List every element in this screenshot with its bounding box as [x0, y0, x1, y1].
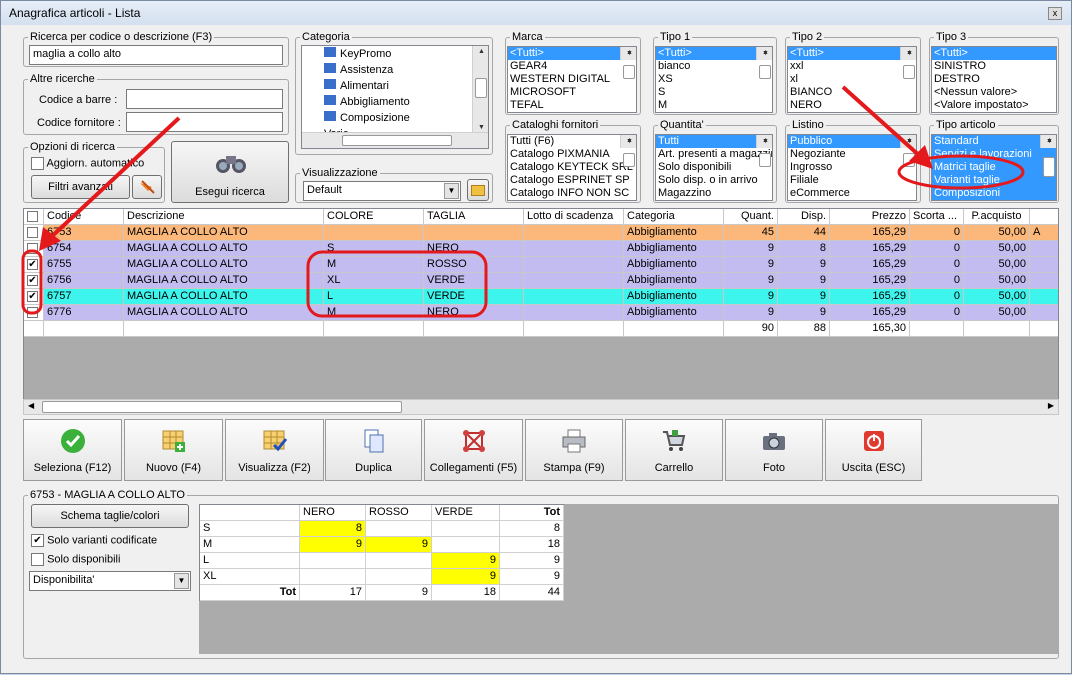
annotation-circle [21, 249, 43, 315]
annotation-overlay [21, 85, 1025, 318]
annotation-arrow [47, 116, 181, 241]
window: Anagrafica articoli - Lista x Ricerca pe… [0, 0, 1072, 674]
annotation-circle [306, 250, 488, 318]
annotation-circle [897, 154, 1025, 190]
annotation-arrow [841, 85, 923, 159]
